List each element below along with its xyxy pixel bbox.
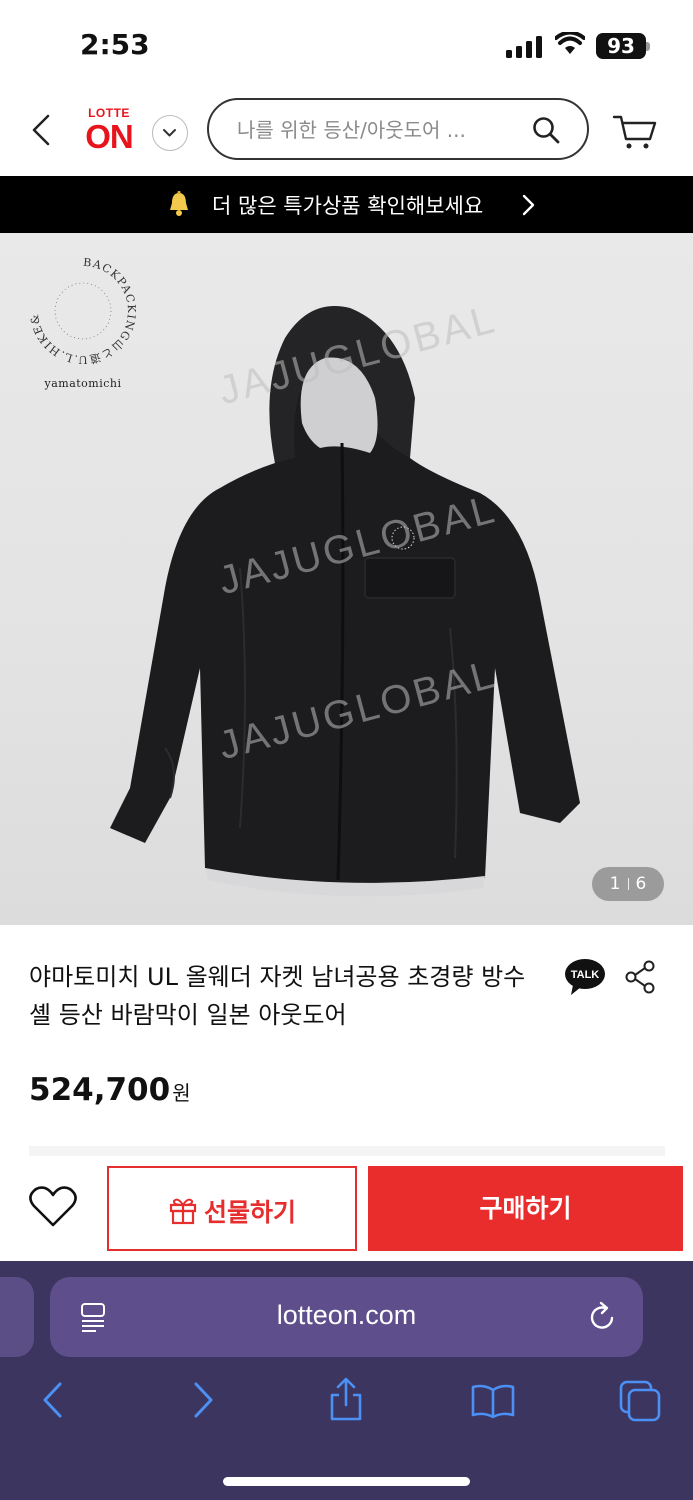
app-header: LOTTE ON — [0, 90, 693, 176]
price-currency: 원 — [172, 1081, 191, 1105]
image-counter: 16 — [592, 867, 664, 901]
address-bar[interactable]: lotteon.com — [50, 1277, 643, 1357]
search-input[interactable] — [237, 114, 527, 146]
logo-main-text: ON — [85, 118, 134, 155]
tabs-icon[interactable] — [618, 1379, 662, 1423]
banner-text: 더 많은 특가상품 확인해보세요 — [212, 194, 484, 218]
promo-banner[interactable]: 더 많은 특가상품 확인해보세요 — [0, 176, 693, 233]
reload-icon[interactable] — [588, 1301, 618, 1333]
image-counter-current: 1 — [609, 874, 621, 894]
signal-icon — [506, 36, 542, 58]
category-dropdown-button[interactable] — [152, 115, 188, 151]
wifi-icon — [555, 32, 585, 54]
gift-button[interactable]: 선물하기 — [107, 1166, 357, 1251]
product-price: 524,700 원 — [29, 1072, 191, 1108]
chevron-down-icon — [163, 129, 176, 137]
bell-icon — [170, 191, 188, 216]
browser-share-icon[interactable] — [328, 1375, 364, 1423]
status-bar: 2:53 93 — [0, 0, 693, 90]
home-indicator[interactable] — [223, 1477, 470, 1486]
price-value: 524,700 — [29, 1072, 171, 1108]
svg-text:TALK: TALK — [571, 969, 600, 981]
search-box[interactable] — [207, 98, 589, 160]
bookmarks-icon[interactable] — [470, 1383, 516, 1419]
browser-back-icon[interactable] — [40, 1381, 66, 1419]
previous-tab-preview[interactable] — [0, 1277, 34, 1357]
battery-nub — [646, 42, 650, 51]
image-counter-total: 6 — [635, 874, 647, 894]
kakao-talk-share-icon[interactable]: TALK — [563, 957, 607, 997]
product-image-gallery[interactable]: BACKPACKING山と道U.L.HIKE& yamatomichi JAJU… — [0, 233, 693, 925]
back-button[interactable] — [24, 110, 60, 150]
buy-button[interactable]: 구매하기 — [368, 1166, 683, 1251]
gift-button-content: 선물하기 — [109, 1193, 355, 1229]
share-icon[interactable] — [624, 960, 656, 994]
counter-separator — [627, 878, 629, 890]
status-time: 2:53 — [80, 28, 150, 61]
section-divider — [29, 1146, 665, 1156]
browser-toolbar: lotteon.com — [0, 1261, 693, 1500]
search-icon[interactable] — [531, 115, 561, 145]
browser-forward-icon[interactable] — [190, 1381, 216, 1419]
gift-button-label: 선물하기 — [203, 1198, 296, 1227]
url-text: lotteon.com — [276, 1300, 417, 1330]
gift-icon — [169, 1198, 197, 1225]
battery-indicator: 93 — [596, 33, 646, 59]
cart-icon[interactable] — [612, 112, 658, 152]
heart-icon[interactable] — [28, 1185, 78, 1229]
lotte-on-logo[interactable]: LOTTE ON — [80, 106, 138, 160]
chevron-right-icon — [522, 194, 535, 216]
product-title: 야마토미치 UL 올웨더 자켓 남녀공용 초경량 방수 셸 등산 바람막이 일본… — [29, 963, 526, 1029]
